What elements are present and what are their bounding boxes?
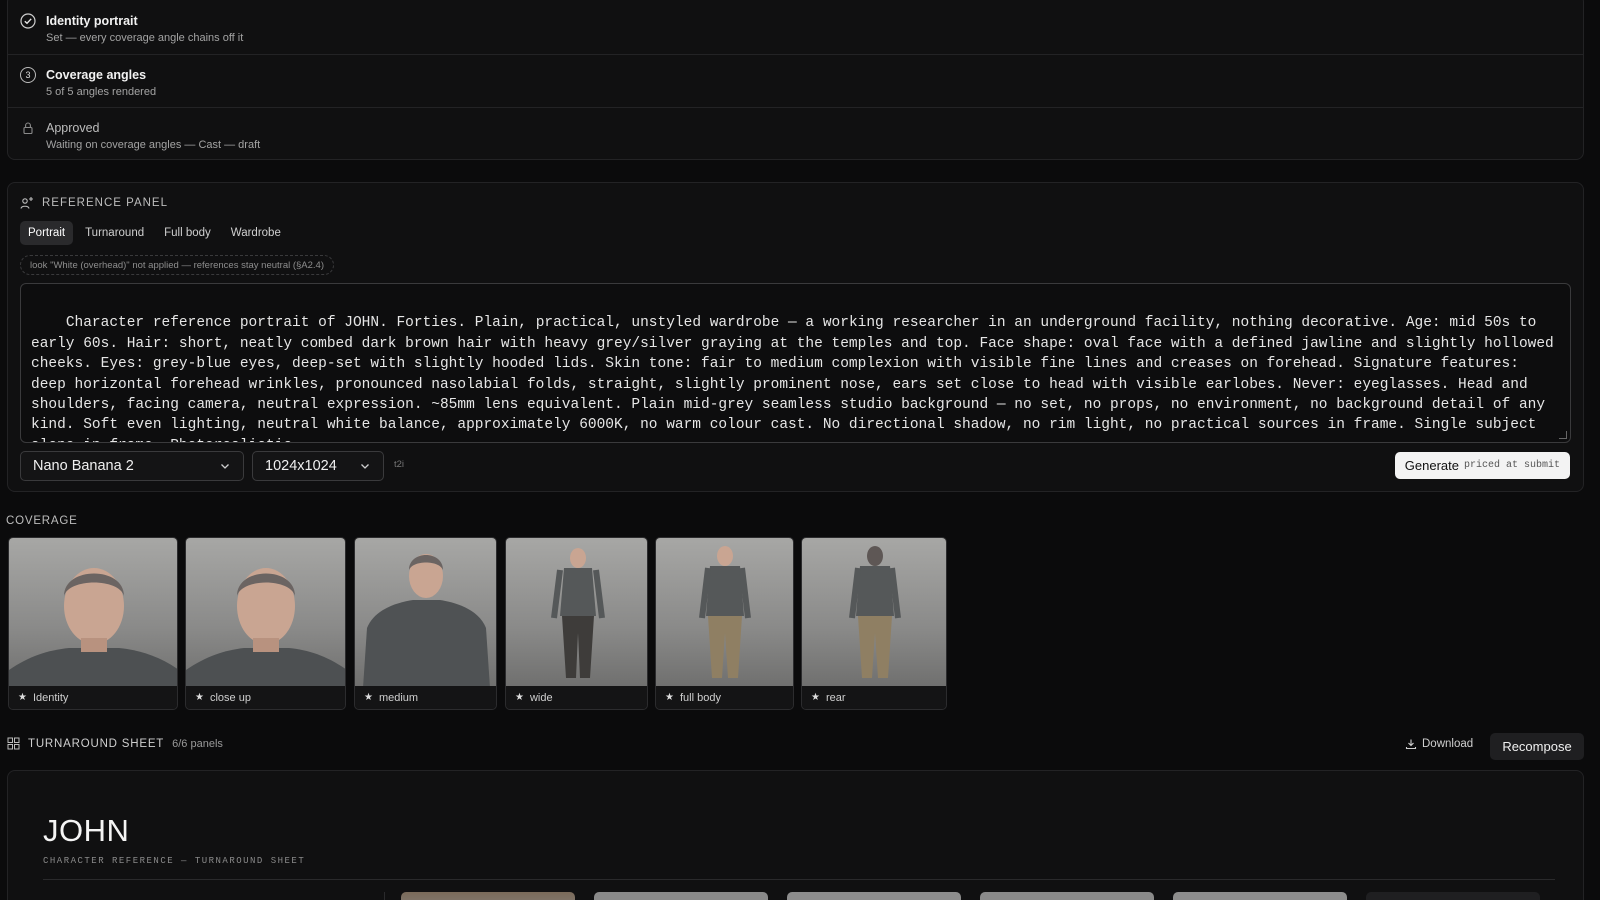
resize-handle-icon[interactable] bbox=[1559, 431, 1567, 439]
coverage-label: wide bbox=[529, 691, 553, 704]
star-icon[interactable]: ★ bbox=[515, 692, 524, 703]
coverage-item-full-body[interactable]: ★ full body bbox=[655, 537, 794, 710]
step-title: Coverage angles bbox=[46, 68, 147, 82]
sparkle-people-icon bbox=[20, 196, 34, 210]
step-approved[interactable]: Approved Waiting on coverage angles — Ca… bbox=[8, 107, 1583, 160]
star-icon[interactable]: ★ bbox=[18, 692, 27, 703]
tab-wardrobe[interactable]: Wardrobe bbox=[223, 221, 289, 245]
coverage-label: Identity bbox=[32, 691, 69, 704]
coverage-label: rear bbox=[825, 691, 846, 704]
workflow-steps: Identity portrait Set — every coverage a… bbox=[7, 0, 1584, 160]
download-button[interactable]: Download bbox=[1405, 738, 1473, 750]
sheet-panel bbox=[594, 892, 768, 900]
turnaround-sheet: JOHN CHARACTER REFERENCE — TURNAROUND SH… bbox=[7, 770, 1584, 900]
tab-turnaround[interactable]: Turnaround bbox=[77, 221, 152, 245]
tab-portrait[interactable]: Portrait bbox=[20, 221, 74, 245]
coverage-label: medium bbox=[378, 691, 419, 704]
model-select-value: Nano Banana 2 bbox=[33, 458, 134, 474]
turnaround-header: TURNAROUND SHEET 6/6 panels bbox=[7, 737, 223, 750]
coverage-item-wide[interactable]: ★ wide bbox=[505, 537, 648, 710]
step-title: Approved bbox=[46, 121, 100, 135]
generate-label: Generate bbox=[1404, 458, 1459, 473]
star-icon[interactable]: ★ bbox=[665, 692, 674, 703]
reference-tabs: Portrait Turnaround Full body Wardrobe bbox=[20, 221, 289, 245]
star-icon[interactable]: ★ bbox=[364, 692, 373, 703]
step-identity-portrait[interactable]: Identity portrait Set — every coverage a… bbox=[8, 1, 1583, 54]
star-icon[interactable]: ★ bbox=[195, 692, 204, 703]
coverage-image bbox=[802, 538, 946, 688]
chevron-down-icon bbox=[219, 460, 231, 472]
mode-label: t2i bbox=[394, 459, 405, 470]
check-circle-icon bbox=[20, 13, 36, 29]
recompose-button[interactable]: Recompose bbox=[1490, 733, 1584, 760]
step-coverage-angles[interactable]: 3 Coverage angles 5 of 5 angles rendered bbox=[8, 54, 1583, 107]
coverage-label: close up bbox=[209, 691, 251, 704]
coverage-item-rear[interactable]: ★ rear bbox=[801, 537, 947, 710]
coverage-image bbox=[656, 538, 793, 688]
sheet-panel bbox=[787, 892, 961, 900]
reference-panel-header: REFERENCE PANEL bbox=[20, 196, 168, 210]
step-subtitle: Waiting on coverage angles — Cast — draf… bbox=[46, 139, 261, 151]
coverage-heading: COVERAGE bbox=[6, 515, 78, 527]
prompt-textarea[interactable]: Character reference portrait of JOHN. Fo… bbox=[20, 283, 1571, 443]
star-icon[interactable]: ★ bbox=[811, 692, 820, 703]
coverage-image bbox=[9, 538, 177, 688]
character-name: JOHN bbox=[43, 813, 130, 848]
sheet-panel bbox=[401, 892, 575, 900]
coverage-label: full body bbox=[679, 691, 721, 704]
tab-full-body[interactable]: Full body bbox=[156, 221, 219, 245]
coverage-caption: ★ medium bbox=[355, 686, 496, 709]
divider bbox=[384, 892, 385, 900]
size-select-value: 1024x1024 bbox=[265, 458, 337, 474]
step-number-icon: 3 bbox=[20, 67, 36, 83]
coverage-item-close-up[interactable]: ★ close up bbox=[185, 537, 346, 710]
coverage-caption: ★ Identity bbox=[9, 686, 177, 709]
model-select[interactable]: Nano Banana 2 bbox=[20, 451, 244, 481]
prompt-text: Character reference portrait of JOHN. Fo… bbox=[31, 315, 1554, 442]
size-select[interactable]: 1024x1024 bbox=[252, 451, 384, 481]
generate-price-note: priced at submit bbox=[1463, 460, 1560, 471]
grid-icon bbox=[7, 737, 20, 750]
step-subtitle: 5 of 5 angles rendered bbox=[46, 86, 157, 98]
download-label: Download bbox=[1422, 738, 1474, 750]
divider bbox=[43, 879, 1555, 880]
step-subtitle: Set — every coverage angle chains off it bbox=[46, 32, 244, 44]
reference-panel: REFERENCE PANEL Portrait Turnaround Full… bbox=[7, 182, 1584, 492]
coverage-caption: ★ full body bbox=[656, 686, 793, 709]
step-title: Identity portrait bbox=[46, 14, 138, 28]
coverage-image bbox=[355, 538, 496, 688]
coverage-caption: ★ close up bbox=[186, 686, 345, 709]
lock-icon bbox=[20, 120, 36, 136]
download-icon bbox=[1405, 738, 1417, 750]
coverage-caption: ★ wide bbox=[506, 686, 647, 709]
coverage-image bbox=[506, 538, 647, 688]
panel-count: 6/6 panels bbox=[172, 737, 223, 750]
generate-button[interactable]: Generate priced at submit bbox=[1394, 452, 1570, 479]
look-notice-badge: look "White (overhead)" not applied — re… bbox=[20, 255, 335, 275]
chevron-down-icon bbox=[359, 460, 371, 472]
reference-panel-title: REFERENCE PANEL bbox=[42, 197, 168, 209]
turnaround-title: TURNAROUND SHEET bbox=[28, 737, 165, 750]
coverage-image bbox=[186, 538, 345, 688]
coverage-item-identity[interactable]: ★ Identity bbox=[8, 537, 178, 710]
sheet-subtitle: CHARACTER REFERENCE — TURNAROUND SHEET bbox=[43, 856, 306, 866]
coverage-item-medium[interactable]: ★ medium bbox=[354, 537, 497, 710]
sheet-panel bbox=[1366, 892, 1540, 900]
sheet-panel bbox=[980, 892, 1154, 900]
sheet-panel bbox=[1173, 892, 1347, 900]
coverage-caption: ★ rear bbox=[802, 686, 946, 709]
